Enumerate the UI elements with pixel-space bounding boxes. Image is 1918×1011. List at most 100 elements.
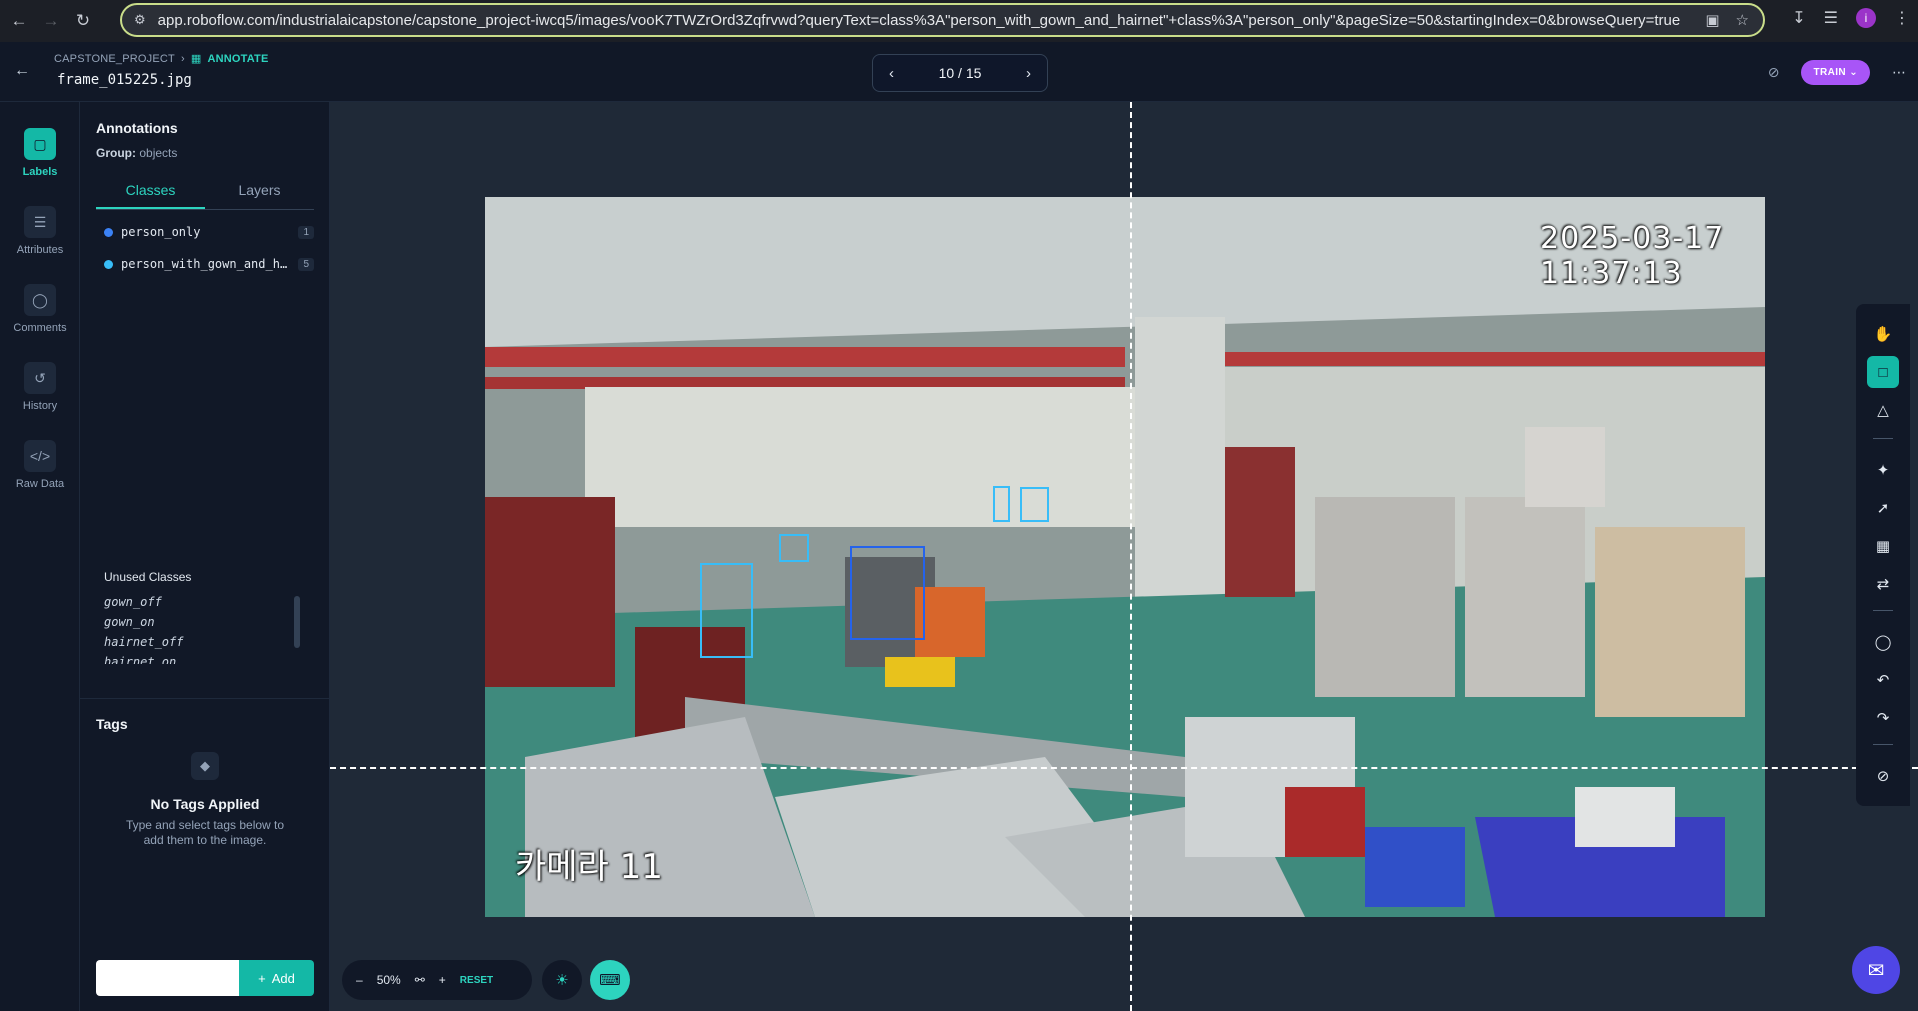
chevron-right-icon: ›	[180, 52, 185, 65]
annotations-panel: Annotations Group: objects Classes Layer…	[80, 102, 330, 1011]
redo-icon[interactable]: ↷	[1867, 702, 1899, 734]
group-label: Group:	[96, 146, 136, 160]
class-count: 1	[298, 225, 314, 239]
zoom-in-icon[interactable]: +	[439, 973, 446, 987]
class-row-person-only[interactable]: person_only 1	[104, 222, 314, 242]
repeat-previous-icon[interactable]: ⇄	[1867, 568, 1899, 600]
keyboard-shortcuts-icon[interactable]: ⌨	[590, 960, 630, 1000]
browser-menu-icon[interactable]: ⋮	[1894, 8, 1910, 28]
null-annotation-icon[interactable]: ⊘	[1867, 760, 1899, 792]
class-color-dot	[104, 259, 113, 269]
crosshair-horizontal	[330, 767, 1918, 769]
tab-layers[interactable]: Layers	[205, 174, 314, 209]
unused-class-item[interactable]: hairnet_off	[104, 632, 284, 652]
bounding-box-person-with-gown-and-hairnet[interactable]	[1020, 487, 1049, 522]
bounding-box-person-only[interactable]	[850, 546, 925, 640]
unused-class-item[interactable]: hairnet_on	[104, 652, 284, 664]
zoom-controls: – 50% ⚯ + RESET	[342, 960, 532, 1000]
pager-count: 10 / 15	[938, 65, 982, 81]
zoom-out-icon[interactable]: –	[356, 973, 363, 987]
label-icon: ▢	[24, 128, 56, 160]
project-crumb[interactable]: CAPSTONE_PROJECT	[54, 53, 175, 65]
plus-icon: +	[258, 970, 266, 986]
tool-palette: ✋ □ △ ✦ ➚ ▦ ⇄ ◯ ↶ ↷ ⊘	[1856, 304, 1910, 806]
bounding-box-person-with-gown-and-hairnet[interactable]	[779, 534, 809, 562]
browser-reload-icon[interactable]: ↻	[70, 8, 96, 34]
zoom-level: 50%	[376, 973, 401, 987]
divider	[1873, 744, 1893, 745]
rail-label: Labels	[22, 166, 58, 178]
next-image-icon[interactable]: ›	[1026, 65, 1031, 82]
tag-icon: ◆	[191, 752, 219, 780]
camera-label: 카메라 11	[515, 847, 663, 887]
add-tag-button[interactable]: + Add	[239, 960, 314, 996]
address-bar[interactable]: ⚙ app.roboflow.com/industrialaicapstone/…	[120, 3, 1765, 37]
comment-icon: ◯	[24, 284, 56, 316]
profile-avatar[interactable]: i	[1856, 8, 1876, 28]
reset-zoom-button[interactable]: RESET	[460, 975, 493, 986]
url-text[interactable]: app.roboflow.com/industrialaicapstone/ca…	[158, 12, 1693, 29]
support-chat-icon[interactable]: ✉	[1852, 946, 1900, 994]
browser-chrome: ← → ↻ ⚙ app.roboflow.com/industrialaicap…	[0, 0, 1918, 42]
divider	[80, 698, 330, 699]
download-icon[interactable]: ↧	[1792, 8, 1805, 28]
unused-class-item[interactable]: gown_on	[104, 612, 284, 632]
rail-item-history[interactable]: ↺ History	[0, 362, 80, 412]
list-icon: ☰	[24, 206, 56, 238]
train-button[interactable]: TRAIN ⌄	[1801, 60, 1870, 85]
smart-select-icon[interactable]: ✦	[1867, 454, 1899, 486]
rail-item-labels[interactable]: ▢ Labels	[0, 128, 80, 178]
rail-item-raw-data[interactable]: </> Raw Data	[0, 440, 80, 490]
browser-back-icon[interactable]: ←	[6, 8, 32, 34]
group-value: objects	[139, 146, 178, 160]
bookmark-star-icon[interactable]: ☆	[1736, 11, 1749, 29]
bounding-box-person-with-gown-and-hairnet[interactable]	[993, 486, 1010, 522]
translate-icon[interactable]: ▣	[1705, 11, 1719, 29]
site-settings-icon[interactable]: ⚙	[134, 12, 146, 28]
lock-zoom-icon[interactable]: ⚯	[415, 973, 425, 987]
annotate-crumb-icon: ▦	[190, 53, 202, 65]
panel-tabs: Classes Layers	[96, 174, 314, 210]
image-filename: frame_015225.jpg	[57, 72, 192, 88]
code-icon: </>	[24, 440, 56, 472]
frame-image[interactable]: 2025-03-17 11:37:13 카메라 11	[485, 197, 1765, 917]
class-name: person_only	[121, 225, 201, 239]
unused-classes-title: Unused Classes	[104, 570, 192, 584]
prev-image-icon[interactable]: ‹	[889, 65, 894, 82]
unused-scrollbar[interactable]	[294, 596, 300, 648]
left-rail: ▢ Labels ☰ Attributes ◯ Comments ↺ Histo…	[0, 102, 80, 1011]
bounding-box-person-with-gown-and-hairnet[interactable]	[700, 563, 753, 658]
class-name: person_with_gown_and_hairnet	[121, 257, 291, 271]
class-row-person-with-gown-and-hairnet[interactable]: person_with_gown_and_hairnet 5	[104, 254, 314, 274]
hand-pan-icon[interactable]: ✋	[1867, 318, 1899, 350]
hide-annotations-icon[interactable]: ⊘	[1768, 64, 1780, 81]
tags-title: Tags	[96, 716, 128, 732]
annotation-canvas[interactable]: 2025-03-17 11:37:13 카메라 11	[330, 102, 1918, 1011]
keypoint-tool-icon[interactable]: ▦	[1867, 530, 1899, 562]
bounding-box-tool-icon[interactable]: □	[1867, 356, 1899, 388]
browser-forward-icon[interactable]: →	[38, 8, 64, 34]
unused-classes-list: gown_off gown_on hairnet_off hairnet_on …	[104, 592, 284, 664]
media-icon[interactable]: ☰	[1824, 8, 1838, 28]
crosshair-vertical	[1130, 102, 1132, 1011]
image-pager: ‹ 10 / 15 ›	[872, 54, 1048, 92]
rail-item-attributes[interactable]: ☰ Attributes	[0, 206, 80, 256]
comment-tool-icon[interactable]: ◯	[1867, 626, 1899, 658]
rail-label: Attributes	[16, 244, 64, 256]
more-options-icon[interactable]: ⋯	[1892, 64, 1906, 81]
unused-class-item[interactable]: gown_off	[104, 592, 284, 612]
rail-item-comments[interactable]: ◯ Comments	[0, 284, 80, 334]
factory-scene	[485, 197, 1765, 917]
undo-icon[interactable]: ↶	[1867, 664, 1899, 696]
rail-label: Raw Data	[15, 478, 65, 490]
polygon-tool-icon[interactable]: △	[1867, 394, 1899, 426]
class-count: 5	[298, 257, 314, 271]
back-arrow-icon[interactable]: ←	[14, 62, 30, 80]
annotate-crumb: ANNOTATE	[207, 52, 269, 65]
no-tags-heading: No Tags Applied	[150, 796, 260, 812]
tab-classes[interactable]: Classes	[96, 174, 205, 209]
breadcrumb: CAPSTONE_PROJECT › ▦ ANNOTATE	[54, 52, 269, 66]
brightness-icon[interactable]: ☀	[542, 960, 582, 1000]
tag-input[interactable]	[96, 960, 239, 996]
magic-wand-icon[interactable]: ➚	[1867, 492, 1899, 524]
